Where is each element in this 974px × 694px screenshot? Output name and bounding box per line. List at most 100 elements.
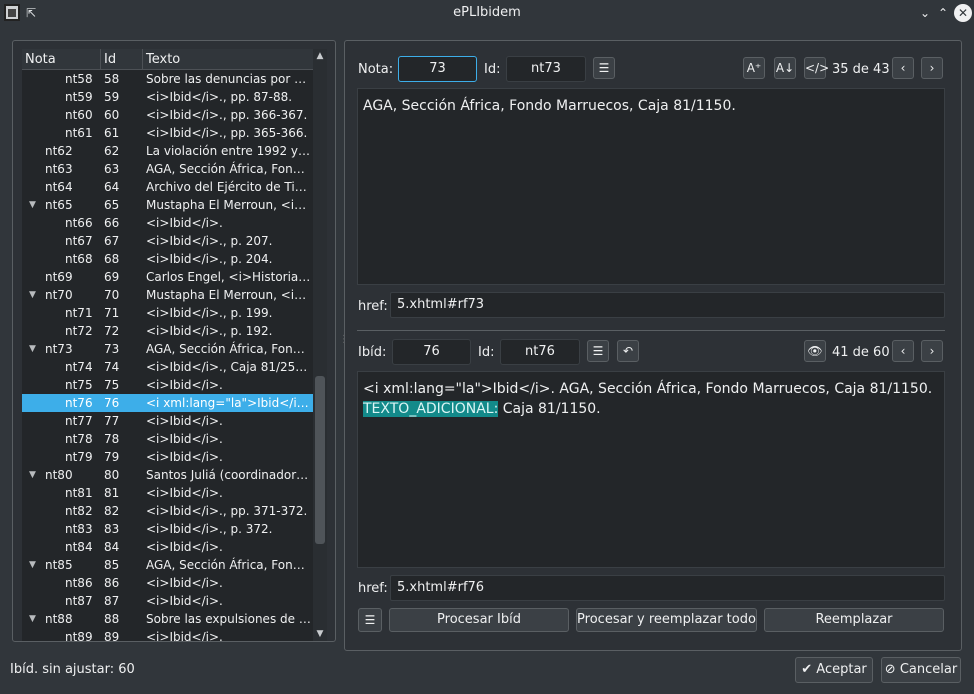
cancelar-button[interactable]: ⊘ Cancelar	[881, 657, 961, 683]
scrollbar-thumb[interactable]	[315, 376, 325, 544]
tree-row[interactable]: nt62 62 La violación entre 1992 y …	[22, 142, 314, 160]
tree-row[interactable]: nt89 89 <i>Ibid</i>.	[22, 628, 314, 641]
chevron-right-icon[interactable]: ›	[921, 340, 943, 362]
expand-arrow-icon[interactable]: ▼	[29, 466, 37, 484]
row-id: 65	[104, 198, 120, 212]
column-nota[interactable]: Nota	[22, 49, 101, 70]
tree-row[interactable]: nt64 64 Archivo del Ejército de Ti…	[22, 178, 314, 196]
font-decrease-icon[interactable]: A↓	[774, 57, 796, 79]
tree-row[interactable]: ▼ nt73 73 AGA, Sección África, Fon…	[22, 340, 314, 358]
app-icon[interactable]	[4, 4, 20, 21]
row-nota: nt69	[45, 270, 73, 284]
row-nota: nt89	[65, 630, 93, 641]
row-texto: Santos Juliá (coordinador…	[146, 468, 309, 482]
expand-arrow-icon[interactable]: ▼	[29, 610, 37, 628]
tree-row[interactable]: ▼ nt85 85 AGA, Sección África, Fon…	[22, 556, 314, 574]
row-nota: nt61	[65, 126, 93, 140]
notes-tree[interactable]: Nota Id Texto nt58 58 Sobre las denuncias …	[22, 49, 314, 641]
procesar-reemplazar-todo-button[interactable]: Procesar y reemplazar todo	[576, 608, 757, 632]
row-nota: nt77	[65, 414, 93, 428]
minimize-icon[interactable]: ⌄	[916, 4, 934, 22]
row-id: 88	[104, 612, 120, 626]
tree-row[interactable]: nt63 63 AGA, Sección África, Fon…	[22, 160, 314, 178]
tree-row[interactable]: nt87 87 <i>Ibid</i>.	[22, 592, 314, 610]
tree-row[interactable]: nt71 71 <i>Ibid</i>., p. 199.	[22, 304, 314, 322]
procesar-ibid-button[interactable]: Procesar Ibíd	[389, 608, 569, 632]
row-nota: nt76	[65, 396, 93, 410]
ibid-href-field[interactable]: 5.xhtml#rf76	[390, 575, 945, 601]
chevron-right-icon[interactable]: ›	[921, 57, 943, 79]
ibid-text-editor[interactable]: <i xml:lang="la">Ibid</i>. AGA, Sección …	[357, 371, 945, 568]
row-nota: nt84	[65, 540, 93, 554]
tree-row[interactable]: ▼ nt80 80 Santos Juliá (coordinador…	[22, 466, 314, 484]
menu-icon[interactable]: ☰	[358, 608, 382, 632]
tree-row[interactable]: nt61 61 <i>Ibid</i>., pp. 365-366.	[22, 124, 314, 142]
tree-row[interactable]: nt74 74 <i>Ibid</i>., Caja 81/2545.	[22, 358, 314, 376]
pin-icon[interactable]: ⇱	[24, 5, 38, 21]
column-texto[interactable]: Texto	[143, 49, 314, 70]
tree-row[interactable]: nt72 72 <i>Ibid</i>., p. 192.	[22, 322, 314, 340]
nota-field[interactable]: 73	[398, 56, 477, 82]
tree-row[interactable]: nt86 86 <i>Ibid</i>.	[22, 574, 314, 592]
row-texto: <i>Ibid</i>.	[146, 576, 223, 590]
expand-arrow-icon[interactable]: ▼	[29, 196, 37, 214]
row-texto: <i>Ibid</i>., p. 204.	[146, 252, 273, 266]
tree-row[interactable]: nt83 83 <i>Ibid</i>., p. 372.	[22, 520, 314, 538]
tree-row[interactable]: nt69 69 Carlos Engel, <i>Historia …	[22, 268, 314, 286]
ibid-field[interactable]: 76	[392, 339, 471, 365]
row-nota: nt67	[65, 234, 93, 248]
code-icon[interactable]: </>	[804, 57, 829, 79]
tree-row[interactable]: nt60 60 <i>Ibid</i>., pp. 366-367.	[22, 106, 314, 124]
tree-row[interactable]: ▼ nt88 88 Sobre las expulsiones de …	[22, 610, 314, 628]
aceptar-button[interactable]: ✔ Aceptar	[795, 657, 873, 683]
chevron-left-icon[interactable]: ‹	[892, 57, 914, 79]
tree-row[interactable]: nt79 79 <i>Ibid</i>.	[22, 448, 314, 466]
expand-arrow-icon[interactable]: ▼	[29, 556, 37, 574]
row-nota: nt64	[45, 180, 73, 194]
column-id[interactable]: Id	[101, 49, 143, 70]
row-id: 62	[104, 144, 120, 158]
ibid-id-field[interactable]: nt76	[500, 339, 580, 365]
tree-row[interactable]: nt76 76 <i xml:lang="la">Ibid</i>....	[22, 394, 314, 412]
tree-row[interactable]: nt81 81 <i>Ibid</i>.	[22, 484, 314, 502]
tree-row[interactable]: nt66 66 <i>Ibid</i>.	[22, 214, 314, 232]
nota-href-field[interactable]: 5.xhtml#rf73	[390, 292, 945, 318]
nota-text-editor[interactable]: AGA, Sección África, Fondo Marruecos, Ca…	[357, 88, 945, 285]
undo-icon[interactable]: ↶	[617, 340, 639, 362]
section-divider[interactable]	[357, 330, 945, 331]
nota-id-field[interactable]: nt73	[506, 56, 586, 82]
tree-row[interactable]: nt82 82 <i>Ibid</i>., pp. 371-372.	[22, 502, 314, 520]
tree-row[interactable]: nt68 68 <i>Ibid</i>., p. 204.	[22, 250, 314, 268]
tree-row[interactable]: nt84 84 <i>Ibid</i>.	[22, 538, 314, 556]
aceptar-label: Aceptar	[816, 662, 867, 677]
indent-icon[interactable]: ☰	[593, 57, 615, 79]
expand-arrow-icon[interactable]: ▼	[29, 340, 37, 358]
tree-row[interactable]: ▼ nt70 70 Mustapha El Merroun, <i…	[22, 286, 314, 304]
eye-icon[interactable]: 👁	[804, 340, 826, 362]
row-texto: Mustapha El Merroun, <i…	[146, 288, 307, 302]
row-nota: nt71	[65, 306, 93, 320]
splitter-handle[interactable]: ⋮	[339, 335, 349, 355]
tree-row[interactable]: nt77 77 <i>Ibid</i>.	[22, 412, 314, 430]
tree-row[interactable]: nt67 67 <i>Ibid</i>., p. 207.	[22, 232, 314, 250]
chevron-left-icon[interactable]: ‹	[892, 340, 914, 362]
row-texto: AGA, Sección África, Fon…	[146, 558, 305, 572]
tree-scrollbar[interactable]	[313, 49, 327, 641]
tree-row[interactable]: nt75 75 <i>Ibid</i>.	[22, 376, 314, 394]
scroll-down-icon[interactable]: ▼	[313, 627, 327, 641]
tree-row[interactable]: nt59 59 <i>Ibid</i>., pp. 87-88.	[22, 88, 314, 106]
tree-row[interactable]: nt78 78 <i>Ibid</i>.	[22, 430, 314, 448]
indent-icon[interactable]: ☰	[587, 340, 609, 362]
row-id: 81	[104, 486, 120, 500]
row-id: 72	[104, 324, 120, 338]
tree-row[interactable]: ▼ nt65 65 Mustapha El Merroun, <i…	[22, 196, 314, 214]
row-texto: <i>Ibid</i>.	[146, 630, 223, 641]
expand-arrow-icon[interactable]: ▼	[29, 286, 37, 304]
maximize-icon[interactable]: ⌃	[934, 4, 952, 22]
close-icon[interactable]: ✕	[954, 4, 972, 22]
reemplazar-button[interactable]: Reemplazar	[764, 608, 944, 632]
scroll-up-icon[interactable]: ▲	[313, 49, 327, 63]
tree-row[interactable]: nt58 58 Sobre las denuncias por …	[22, 70, 314, 88]
row-id: 67	[104, 234, 120, 248]
font-increase-icon[interactable]: A⁺	[743, 57, 765, 79]
